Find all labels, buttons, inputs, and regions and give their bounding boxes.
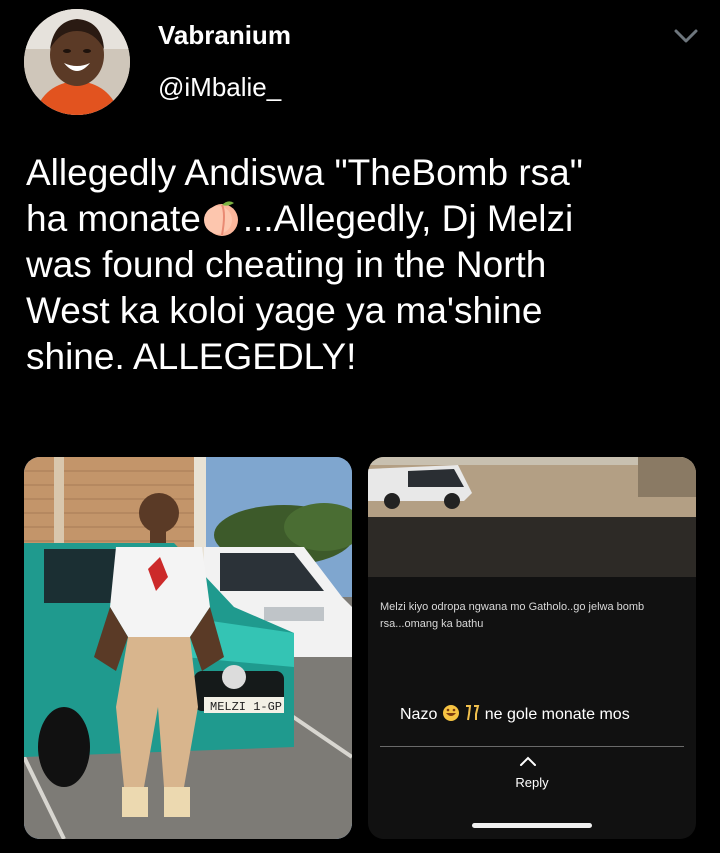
screenshot-reply-message: Nazo ne gole monate mos — [400, 704, 630, 724]
display-name[interactable]: Vabranium — [158, 20, 291, 51]
screenshot-caption: Melzi kiyo odropa ngwana mo Gatholo..go … — [380, 601, 645, 630]
user-handle[interactable]: @iMbalie_ — [158, 72, 281, 103]
media-photo-left[interactable]: MELZI 1-GP — [24, 457, 352, 839]
tweet-line: was found cheating in the North — [26, 244, 547, 285]
reply-prefix: Nazo — [400, 706, 438, 723]
tweet-line: Allegedly Andiswa "TheBomb rsa" — [26, 152, 583, 193]
tweet-line: ha monate ...Allegedly, Dj Melzi — [26, 196, 706, 242]
clinking-glasses-emoji — [466, 705, 480, 721]
screenshot-reply-button: Reply — [515, 775, 549, 790]
tweet-line-part: ...Allegedly, Dj Melzi — [242, 198, 574, 239]
license-plate: MELZI 1-GP — [210, 700, 282, 714]
screenshot-photo-top — [368, 457, 696, 577]
tweet-line: shine. ALLEGEDLY! — [26, 336, 357, 377]
chevron-down-icon[interactable] — [673, 26, 699, 46]
avatar[interactable] — [24, 9, 130, 115]
tweet-line-part: ha monate — [26, 198, 201, 239]
chevron-up-icon — [520, 756, 536, 766]
peach-emoji — [203, 201, 238, 236]
screenshot-home-indicator — [472, 823, 592, 828]
tweet-text: Allegedly Andiswa "TheBomb rsa" ha monat… — [26, 150, 706, 380]
media-screenshot-right[interactable]: Melzi kiyo odropa ngwana mo Gatholo..go … — [368, 457, 696, 839]
reply-suffix: ne gole monate mos — [484, 706, 630, 723]
laughing-emoji — [442, 705, 459, 721]
screenshot-divider — [380, 746, 684, 747]
tweet-line: West ka koloi yage ya ma'shine — [26, 290, 543, 331]
photo-man-on-car: MELZI 1-GP — [24, 457, 352, 839]
avatar-photo — [24, 9, 130, 115]
